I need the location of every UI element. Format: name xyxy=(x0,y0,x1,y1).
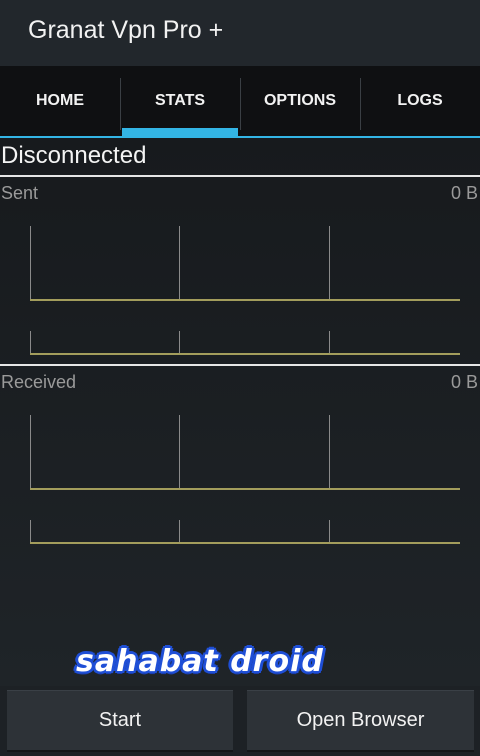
sent-label: Sent xyxy=(1,183,39,203)
tab-bar: HOME STATS OPTIONS LOGS xyxy=(0,66,480,138)
received-label: Received xyxy=(1,372,77,392)
received-value: 0 B xyxy=(450,372,478,392)
app-title: Granat Vpn Pro + xyxy=(28,16,224,44)
open-browser-button[interactable]: Open Browser xyxy=(247,690,474,752)
sent-graph xyxy=(30,226,460,301)
sent-value: 0 B xyxy=(450,183,478,203)
sent-graph-mini xyxy=(30,331,460,355)
stats-panel: Disconnected Sent 0 B Received 0 B xyxy=(0,138,480,686)
tab-stats[interactable]: STATS xyxy=(120,66,240,136)
start-button[interactable]: Start xyxy=(7,690,233,752)
divider xyxy=(0,175,480,177)
received-graph-mini xyxy=(30,520,460,544)
button-bar: Start Open Browser xyxy=(0,686,480,756)
divider xyxy=(0,364,480,366)
tab-home[interactable]: HOME xyxy=(0,66,120,136)
watermark-logo: sahabat droid xyxy=(76,644,324,679)
tab-options[interactable]: OPTIONS xyxy=(240,66,360,136)
tab-logs[interactable]: LOGS xyxy=(360,66,480,136)
action-bar: Granat Vpn Pro + xyxy=(0,0,480,66)
received-graph xyxy=(30,415,460,490)
connection-status: Disconnected xyxy=(1,142,147,169)
